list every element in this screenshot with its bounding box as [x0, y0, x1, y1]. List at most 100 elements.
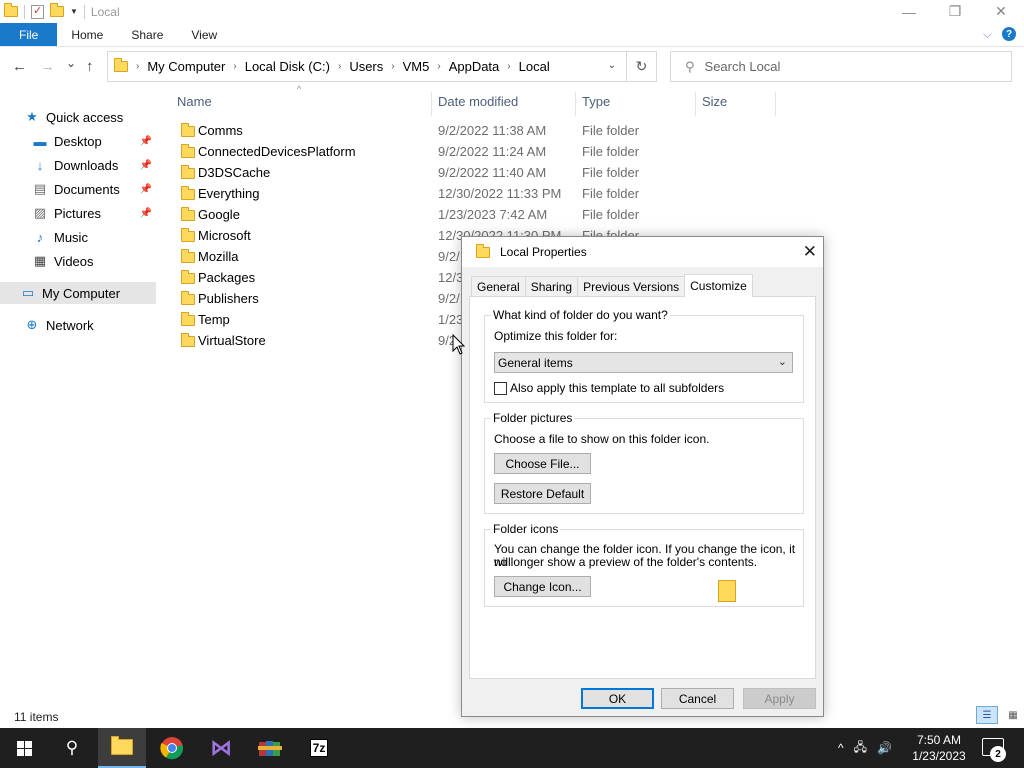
apply-button[interactable]: Apply — [743, 688, 816, 709]
breadcrumb-item[interactable]: Local — [519, 59, 550, 74]
file-row[interactable]: D3DSCache 9/2/2022 11:40 AM File folder — [176, 162, 1016, 183]
breadcrumb-separator-icon[interactable]: › — [391, 61, 394, 72]
folder-icon — [4, 3, 18, 17]
tab-share[interactable]: Share — [117, 23, 177, 46]
folder-icon — [181, 312, 195, 326]
close-button[interactable]: ✕ — [978, 0, 1024, 23]
apply-subfolders-checkbox[interactable]: Also apply this template to all subfolde… — [494, 381, 724, 395]
help-icon[interactable]: ? — [1002, 27, 1016, 41]
checkbox-box[interactable] — [494, 381, 507, 395]
dialog-close-button[interactable]: ✕ — [803, 242, 817, 262]
column-divider[interactable] — [431, 92, 432, 116]
7zip-icon: 7z — [309, 739, 329, 757]
tab-view[interactable]: View — [177, 23, 231, 46]
sidebar-item-pictures[interactable]: ▨ Pictures 📌 — [0, 202, 156, 224]
breadcrumb-item[interactable]: My Computer — [147, 59, 225, 74]
column-divider[interactable] — [575, 92, 576, 116]
taskbar-file-explorer[interactable] — [98, 728, 146, 768]
new-folder-icon[interactable] — [50, 3, 64, 17]
sidebar-item-label: Pictures — [54, 205, 101, 221]
up-button[interactable]: ↑ — [86, 58, 94, 75]
start-button[interactable] — [0, 728, 48, 768]
breadcrumb-separator-icon[interactable]: › — [338, 61, 341, 72]
folder-icon — [114, 58, 128, 72]
change-icon-button[interactable]: Change Icon... — [494, 576, 591, 597]
sidebar-item-downloads[interactable]: ↓ Downloads 📌 — [0, 154, 156, 176]
expand-ribbon-icon[interactable]: ⌵ — [983, 27, 992, 42]
folder-icon — [181, 249, 195, 263]
file-name: Packages — [198, 270, 256, 285]
taskbar-7zip[interactable]: 7z — [295, 728, 343, 768]
sidebar-item-label: Quick access — [46, 109, 124, 125]
cancel-button[interactable]: Cancel — [661, 688, 734, 709]
ok-button[interactable]: OK — [581, 688, 654, 709]
folder-icon — [181, 270, 195, 284]
breadcrumb-item[interactable]: Local Disk (C:) — [245, 59, 330, 74]
sidebar-item-desktop[interactable]: ▬ Desktop 📌 — [0, 130, 156, 152]
tab-previous-versions[interactable]: Previous Versions — [577, 276, 686, 297]
clock[interactable]: 7:50 AM 1/23/2023 — [905, 732, 973, 764]
recent-locations-button[interactable]: ⌄ — [66, 56, 76, 70]
minimize-button[interactable]: — — [886, 0, 932, 23]
choose-file-button[interactable]: Choose File... — [494, 453, 591, 474]
tab-file[interactable]: File — [0, 23, 58, 46]
search-box[interactable]: ⚲ Search Local — [670, 51, 1012, 82]
sidebar-item-label: My Computer — [42, 285, 121, 301]
tab-home[interactable]: Home — [57, 23, 117, 46]
address-dropdown-icon[interactable]: ⌄ — [608, 60, 616, 71]
sidebar-item-videos[interactable]: ▦ Videos — [0, 250, 156, 272]
restore-default-button[interactable]: Restore Default — [494, 483, 591, 504]
toolbar-divider — [83, 4, 85, 19]
column-header-size[interactable]: Size — [702, 94, 727, 114]
sidebar-item-documents[interactable]: ▤ Documents 📌 — [0, 178, 156, 200]
tab-sharing[interactable]: Sharing — [524, 276, 579, 297]
optimize-select[interactable]: General items ⌄ — [494, 352, 793, 373]
tab-customize[interactable]: Customize — [684, 274, 753, 297]
column-header-name[interactable]: Name — [177, 94, 212, 114]
restore-button[interactable]: ❐ — [932, 0, 978, 23]
file-row[interactable]: ConnectedDevicesPlatform 9/2/2022 11:24 A… — [176, 141, 1016, 162]
refresh-button[interactable]: ↻ — [626, 52, 656, 81]
file-row[interactable]: Comms 9/2/2022 11:38 AM File folder — [176, 120, 1016, 141]
file-date-modified: 1/23/2023 7:42 AM — [438, 207, 548, 222]
breadcrumb-item[interactable]: AppData — [449, 59, 500, 74]
optimize-select-value: General items — [498, 355, 573, 370]
tiles-view-button[interactable]: ▦ — [1002, 706, 1024, 724]
column-divider[interactable] — [775, 92, 776, 116]
back-button[interactable]: ← — [12, 58, 27, 75]
dialog-title-bar[interactable]: Local Properties ✕ — [462, 237, 823, 267]
file-row[interactable]: Everything 12/30/2022 11:33 PM File folder — [176, 183, 1016, 204]
forward-button[interactable]: → — [40, 58, 55, 75]
volume-icon[interactable]: 🔊 — [877, 741, 892, 755]
address-bar[interactable]: › My Computer › Local Disk (C:) › Users › VM5 › A… — [107, 51, 657, 82]
winrar-icon — [258, 741, 282, 756]
breadcrumb-separator-icon[interactable]: › — [233, 61, 236, 72]
properties-icon[interactable] — [31, 4, 44, 19]
search-input[interactable]: Search Local — [705, 59, 781, 74]
column-header-type[interactable]: Type — [582, 94, 610, 114]
folder-icon — [181, 333, 195, 347]
breadcrumb-separator-icon[interactable]: › — [136, 61, 139, 72]
breadcrumb-separator-icon[interactable]: › — [437, 61, 440, 72]
file-date-modified: 9/2/ — [438, 249, 460, 264]
breadcrumb-item[interactable]: VM5 — [403, 59, 430, 74]
tab-general[interactable]: General — [471, 276, 526, 297]
sidebar-item-music[interactable]: ♪ Music — [0, 226, 156, 248]
taskbar-winrar[interactable] — [246, 728, 294, 768]
sidebar-item-label: Desktop — [54, 133, 102, 149]
sidebar-item-network[interactable]: ⊕ Network — [0, 314, 156, 336]
taskbar-search-button[interactable]: ⚲ — [48, 728, 96, 768]
breadcrumb-separator-icon[interactable]: › — [507, 61, 510, 72]
sidebar-item-quick-access[interactable]: ★ Quick access — [0, 106, 156, 128]
breadcrumb-item[interactable]: Users — [349, 59, 383, 74]
details-view-button[interactable]: ☰ — [976, 706, 998, 724]
column-header-date[interactable]: Date modified — [438, 94, 518, 114]
column-divider[interactable] — [695, 92, 696, 116]
show-hidden-icons-icon[interactable]: ^ — [838, 741, 844, 755]
sidebar-item-my-computer[interactable]: ▭ My Computer — [0, 282, 156, 304]
taskbar-chrome[interactable] — [148, 728, 196, 768]
file-row[interactable]: Google 1/23/2023 7:42 AM File folder — [176, 204, 1016, 225]
customize-toolbar-icon[interactable]: ▼ — [70, 7, 78, 16]
network-status-icon[interactable]: 🖧 — [854, 738, 867, 759]
taskbar-visual-studio[interactable]: ⋈ — [197, 728, 245, 768]
